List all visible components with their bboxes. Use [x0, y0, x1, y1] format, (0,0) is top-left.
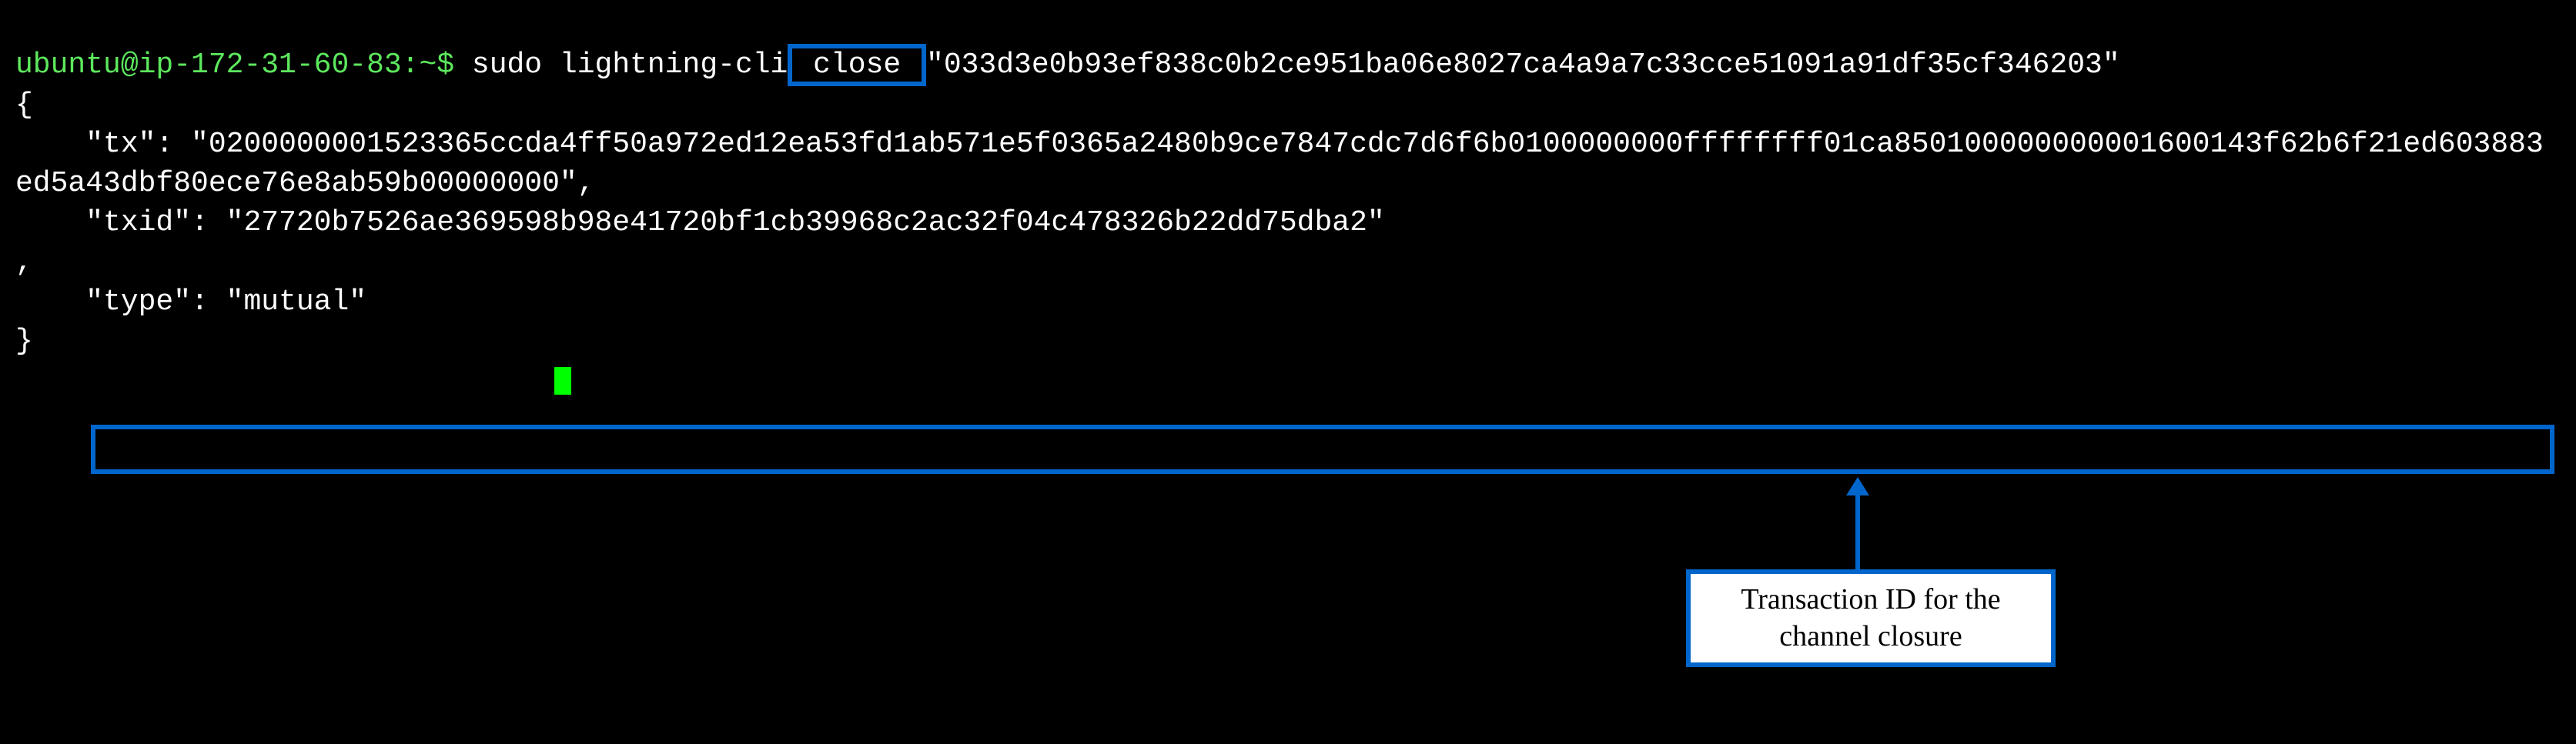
type-key: "type": — [15, 285, 226, 319]
shell-prompt: ubuntu@ip-172-31-60-83:~$ — [15, 48, 454, 82]
comma-line: , — [15, 246, 33, 279]
terminal-output: ubuntu@ip-172-31-60-83:~$ sudo lightning… — [15, 6, 2561, 401]
tx-value: "0200000001523365ccda4ff50a972ed12ea53fd… — [15, 128, 2544, 200]
txid-key: "txid": — [15, 206, 226, 239]
callout-text-line1: Transaction ID for the — [1741, 583, 2000, 616]
json-close-brace: } — [15, 325, 33, 358]
terminal-cursor — [554, 367, 571, 395]
command-text-2: "033d3e0b93ef838c0b2ce951ba06e8027ca4a9a… — [926, 48, 2120, 82]
txid-value: "27720b7526ae369598b98e41720bf1cb39968c2… — [226, 206, 1385, 239]
callout-text-line2: channel closure — [1779, 620, 1962, 652]
callout-annotation: Transaction ID for the channel closure — [1686, 569, 2056, 667]
type-value: "mutual" — [226, 285, 366, 319]
close-subcommand-highlight: close — [788, 44, 926, 86]
tx-key: "tx": — [15, 128, 191, 161]
callout-arrowhead — [1846, 477, 1869, 495]
json-open-brace: { — [15, 88, 33, 122]
txid-highlight-box — [91, 425, 2554, 474]
command-text-1: sudo lightning-cli — [454, 48, 788, 82]
